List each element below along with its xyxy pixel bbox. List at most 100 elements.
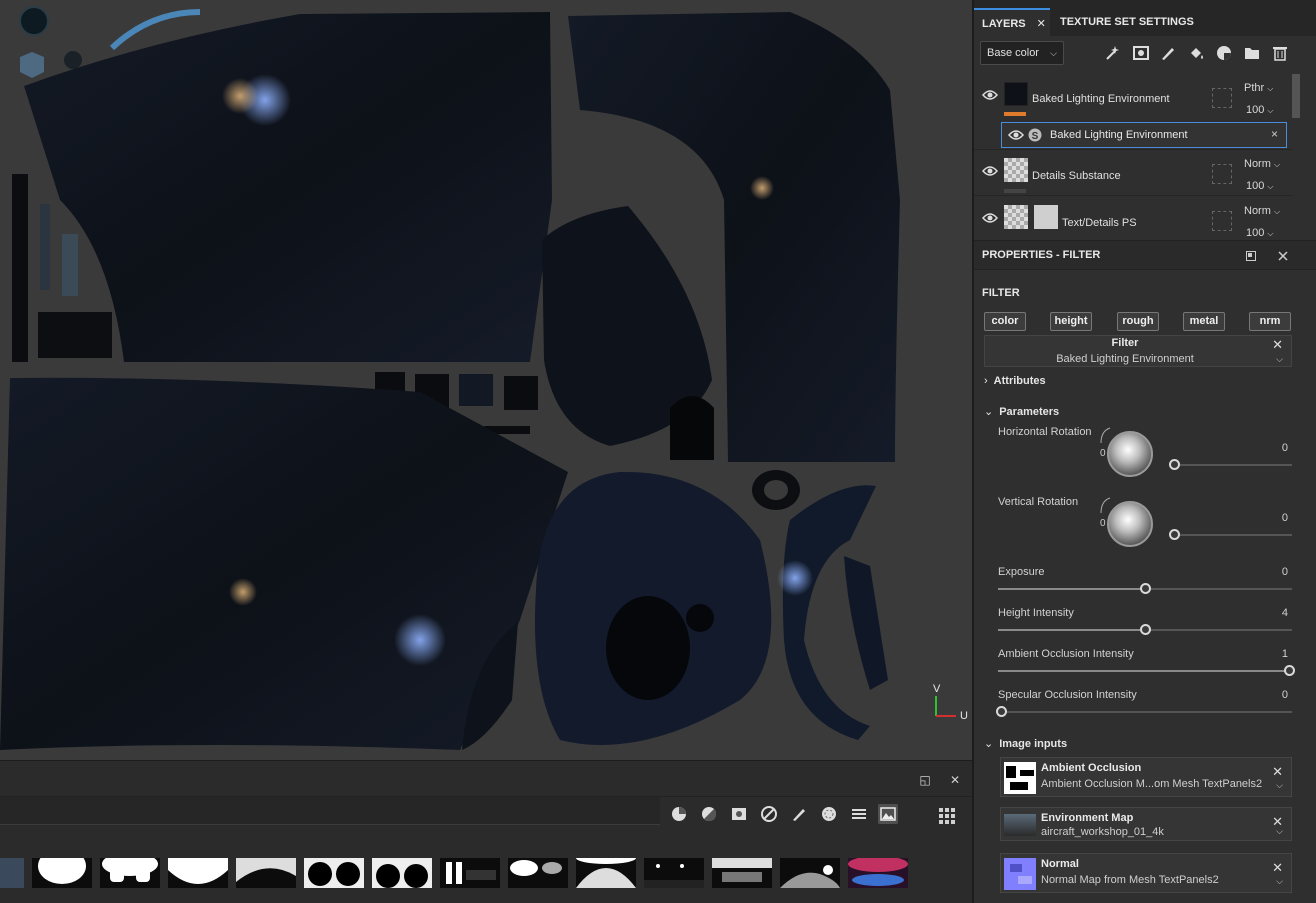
env-thumbnail[interactable]: [304, 858, 364, 888]
env-thumbnail[interactable]: [168, 858, 228, 888]
shelf-filter-contrast-icon[interactable]: [759, 804, 779, 824]
env-thumbnail[interactable]: [440, 858, 500, 888]
shelf-search-input[interactable]: [0, 797, 660, 825]
blend-mode[interactable]: Pthr ⌵: [1244, 82, 1273, 94]
channel-nrm-button[interactable]: nrm: [1249, 312, 1291, 331]
param-slider-fill: [998, 670, 1292, 672]
env-thumbnail[interactable]: [32, 858, 92, 888]
shelf-filter-image-icon[interactable]: [878, 804, 898, 824]
chevron-down-icon: ⌵: [1267, 229, 1274, 236]
channel-metal-button[interactable]: metal: [1183, 312, 1225, 331]
gizmo-icon: [19, 6, 49, 36]
filter-effect-row[interactable]: S Baked Lighting Environment ×: [1001, 122, 1287, 148]
add-paint-layer-icon[interactable]: [1157, 42, 1179, 64]
tab-layers[interactable]: LAYERS ✕: [974, 8, 1050, 36]
axis-v-label: V: [933, 683, 941, 695]
layer-color-bar: [1004, 189, 1026, 193]
channel-select-value: Base color: [987, 47, 1039, 59]
visibility-eye-icon[interactable]: [1008, 129, 1024, 144]
param-slider-knob[interactable]: [1140, 624, 1151, 635]
channel-height-button[interactable]: height: [1050, 312, 1092, 331]
env-thumbnail[interactable]: [372, 858, 432, 888]
image-input-environment-map[interactable]: Environment Map aircraft_workshop_01_4k …: [1000, 807, 1292, 841]
image-input-normal[interactable]: Normal Normal Map from Mesh TextPanels2 …: [1000, 853, 1292, 893]
chevron-down-icon[interactable]: ⌵: [1276, 876, 1283, 887]
layer-mask-slot[interactable]: [1212, 88, 1232, 108]
tab-texture-set-settings[interactable]: TEXTURE SET SETTINGS: [1052, 8, 1194, 36]
blend-mode[interactable]: Norm ⌵: [1244, 205, 1280, 217]
layer-mask-slot[interactable]: [1212, 211, 1232, 231]
add-effect-icon[interactable]: [1102, 42, 1124, 64]
add-mask-icon[interactable]: [1130, 42, 1152, 64]
env-thumbnail[interactable]: [712, 858, 772, 888]
close-icon[interactable]: ✕: [1272, 764, 1283, 780]
layer-opacity[interactable]: 100 ⌵: [1246, 227, 1274, 236]
param-slider-track[interactable]: [998, 711, 1292, 713]
layer-opacity[interactable]: 100 ⌵: [1246, 180, 1274, 192]
uv-viewport[interactable]: V U: [0, 0, 972, 760]
chevron-down-icon[interactable]: ⌵: [1276, 780, 1283, 791]
shelf-filter-material-icon[interactable]: [699, 804, 719, 824]
channel-color-button[interactable]: color: [984, 312, 1026, 331]
layer-opacity[interactable]: 100 ⌵: [1246, 104, 1274, 116]
properties-header: PROPERTIES - FILTER: [974, 240, 1316, 270]
chevron-down-icon: ⌵: [1273, 160, 1281, 169]
env-thumbnail[interactable]: [508, 858, 568, 888]
param-slider-knob[interactable]: [1140, 583, 1151, 594]
remove-effect-close-icon[interactable]: ×: [1271, 127, 1278, 141]
channel-rough-button[interactable]: rough: [1117, 312, 1159, 331]
delete-layer-icon[interactable]: [1269, 42, 1291, 64]
add-folder-icon[interactable]: [1241, 42, 1263, 64]
tab-layers-close-icon[interactable]: ✕: [1037, 18, 1046, 30]
layer-mask-slot[interactable]: [1212, 164, 1232, 184]
param-slider-knob[interactable]: [1284, 665, 1295, 676]
vertical-rotation-slider-track[interactable]: [1174, 534, 1292, 536]
env-thumbnail[interactable]: [236, 858, 296, 888]
layers-scrollbar[interactable]: [1292, 74, 1300, 118]
env-thumbnail[interactable]: [0, 858, 24, 888]
parameters-toggle[interactable]: ⌄ Parameters: [984, 405, 1059, 418]
blend-mode-label: Pthr: [1244, 82, 1265, 94]
close-icon[interactable]: ✕: [1272, 860, 1283, 876]
visibility-eye-icon[interactable]: [982, 212, 998, 227]
shelf-filter-grid-icon[interactable]: [849, 804, 869, 824]
env-thumbnail[interactable]: [848, 858, 908, 888]
env-thumbnail[interactable]: [780, 858, 840, 888]
chevron-down-icon[interactable]: ⌵: [1276, 826, 1283, 837]
maximize-icon[interactable]: [1240, 245, 1262, 267]
attributes-toggle[interactable]: › Attributes: [984, 375, 1046, 387]
blend-mode[interactable]: Norm ⌵: [1244, 158, 1280, 170]
add-fill-layer-icon[interactable]: [1185, 42, 1207, 64]
close-icon[interactable]: [1272, 245, 1294, 267]
layer-row[interactable]: Baked Lighting Environment Pthr ⌵ 100 ⌵ …: [974, 74, 1292, 150]
shelf-close-button[interactable]: ✕: [948, 773, 962, 787]
chevron-down-icon[interactable]: ⌵: [1276, 354, 1283, 365]
horizontal-rotation-slider-track[interactable]: [1174, 464, 1292, 466]
shelf-filter-brush-icon[interactable]: [789, 804, 809, 824]
param-value: 1: [1281, 648, 1288, 660]
layer-row[interactable]: Details Substance Norm ⌵ 100 ⌵: [974, 150, 1292, 196]
grid-view-icon[interactable]: [936, 805, 958, 827]
add-smart-material-icon[interactable]: [1213, 42, 1235, 64]
close-icon[interactable]: ✕: [1272, 337, 1283, 353]
env-thumbnail[interactable]: [576, 858, 636, 888]
vertical-rotation-slider-knob[interactable]: [1169, 529, 1180, 540]
shelf-filter-all-icon[interactable]: [669, 804, 689, 824]
visibility-eye-icon[interactable]: [982, 89, 998, 104]
param-slider-knob[interactable]: [996, 706, 1007, 717]
layer-row[interactable]: Text/Details PS Norm ⌵ 100 ⌵: [974, 197, 1292, 236]
layer-thumbnail: [1034, 205, 1058, 229]
filter-resource-selector[interactable]: Filter Baked Lighting Environment ✕ ⌵: [984, 335, 1292, 367]
image-inputs-toggle[interactable]: ⌄ Image inputs: [984, 737, 1067, 750]
normal-thumbnail: [1004, 858, 1036, 890]
image-input-ambient-occlusion[interactable]: Ambient Occlusion Ambient Occlusion M...…: [1000, 757, 1292, 797]
channel-select[interactable]: Base color ⌵: [980, 41, 1064, 65]
visibility-eye-icon[interactable]: [982, 165, 998, 180]
horizontal-rotation-slider-knob[interactable]: [1169, 459, 1180, 470]
env-thumbnail[interactable]: [100, 858, 160, 888]
shelf-filter-sphere-icon[interactable]: [819, 804, 839, 824]
env-thumbnail[interactable]: [644, 858, 704, 888]
shelf-maximize-button[interactable]: ◱: [918, 773, 932, 787]
shelf-filter-mask-icon[interactable]: [729, 804, 749, 824]
ao-thumbnail: [1004, 762, 1036, 794]
